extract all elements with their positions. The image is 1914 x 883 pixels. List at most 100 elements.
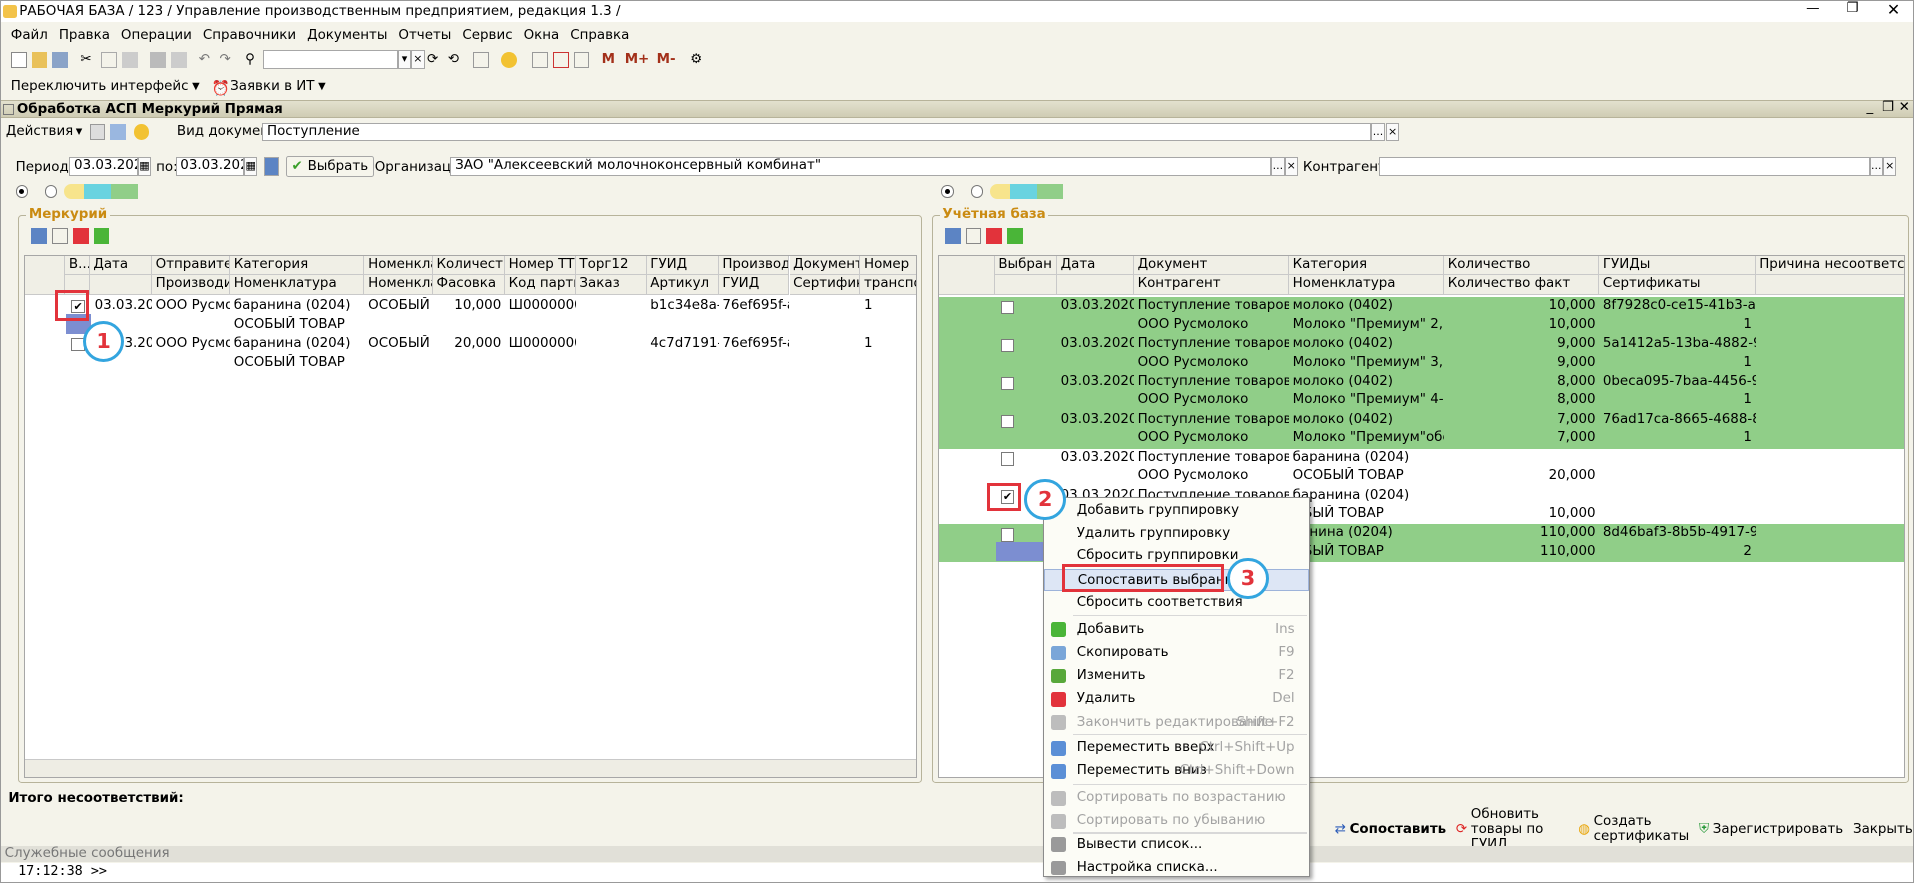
row-select-checkbox[interactable]	[1000, 414, 1015, 428]
preview-icon[interactable]	[170, 51, 187, 68]
save-icon[interactable]	[52, 51, 69, 68]
radio-unmatched[interactable]	[970, 185, 983, 198]
account-header-2[interactable]: Документ	[1133, 255, 1289, 276]
mercury-subheader-3[interactable]: Номенклатура	[230, 275, 365, 295]
period-settings-icon[interactable]	[263, 157, 280, 176]
row-select-checkbox[interactable]	[1000, 452, 1015, 466]
organization-field[interactable]: ЗАО "Алексеевский молочноконсервный комб…	[450, 157, 1272, 176]
context-menu-item-0[interactable]: Добавить группировку	[1044, 500, 1309, 522]
account-subheader-4[interactable]: Количество факт	[1444, 275, 1600, 295]
context-menu-item-9[interactable]: Закончить редактирование Shift+F2	[1044, 712, 1309, 734]
copy-rows-icon[interactable]	[52, 227, 68, 244]
redo-icon[interactable]: ↷	[219, 52, 235, 68]
search-prev-icon[interactable]: ⟲	[448, 52, 464, 68]
account-subheader-3[interactable]: Номенклатура	[1289, 275, 1445, 295]
print-form-icon[interactable]	[89, 123, 106, 140]
account-header-3[interactable]: Категория	[1289, 255, 1445, 276]
menu-3[interactable]: Справочники	[203, 28, 296, 43]
mercury-header-11[interactable]: Номер	[860, 255, 916, 276]
mercury-subheader-7[interactable]: Заказ	[575, 275, 647, 295]
account-subheader-1[interactable]	[1056, 275, 1134, 295]
radio-all[interactable]	[941, 185, 954, 198]
add-green-icon[interactable]	[1007, 227, 1023, 244]
delete-red-icon[interactable]	[72, 227, 89, 244]
radio-green[interactable]	[1036, 184, 1064, 199]
context-menu-item-5[interactable]: Добавить Ins	[1044, 619, 1309, 641]
new-doc-icon[interactable]	[10, 51, 27, 68]
print-icon[interactable]	[149, 51, 166, 68]
horizontal-scrollbar[interactable]	[24, 759, 916, 777]
account-header-4[interactable]: Количество	[1444, 255, 1600, 276]
select-button[interactable]: ✔ Выбрать	[285, 156, 374, 177]
calendar-icon[interactable]: ▦	[244, 157, 258, 176]
copy-icon[interactable]	[101, 51, 117, 68]
minimize-icon[interactable]: —	[1806, 1, 1819, 16]
menu-2[interactable]: Операции	[121, 28, 192, 43]
mercury-subheader-11[interactable]: транспорт	[860, 275, 916, 295]
calendar-icon[interactable]: ▦	[137, 157, 152, 176]
mercury-header-4[interactable]: Номенкла...	[364, 255, 433, 276]
radio-yellow[interactable]	[990, 184, 1010, 199]
search-input[interactable]	[263, 50, 398, 69]
radio-green[interactable]	[110, 184, 138, 199]
doc-type-select-button[interactable]: ...	[1371, 123, 1385, 142]
calendar-icon[interactable]	[552, 51, 569, 68]
memory-mminus-button[interactable]: M-	[657, 52, 676, 67]
mercury-subheader-6[interactable]: Код партии	[504, 275, 576, 295]
mercury-subheader-4[interactable]: Номенкла...	[364, 275, 433, 295]
radio-yellow[interactable]	[64, 184, 84, 199]
memory-mplus-button[interactable]: M+	[625, 52, 650, 67]
switch-interface-button[interactable]: Переключить интерфейс	[11, 79, 189, 94]
account-subheader-0[interactable]	[994, 275, 1057, 295]
mercury-header-6[interactable]: Номер ТТН	[504, 255, 576, 276]
form-close-icon[interactable]: ✕	[1899, 100, 1910, 115]
row-select-checkbox[interactable]	[1000, 376, 1015, 391]
tools-icon[interactable]: ⚙	[690, 52, 706, 68]
menu-8[interactable]: Справка	[570, 28, 629, 43]
copy-rows-icon[interactable]	[965, 227, 982, 244]
doc-type-clear-button[interactable]: ×	[1385, 123, 1400, 142]
mercury-subheader-9[interactable]: ГУИД	[718, 275, 790, 295]
account-subheader-2[interactable]: Контрагент	[1133, 275, 1289, 295]
mercury-header-8[interactable]: ГУИД	[646, 255, 719, 276]
context-menu-item-8[interactable]: Удалить Del	[1044, 688, 1309, 710]
row-select-checkbox[interactable]	[1000, 338, 1015, 353]
context-menu-item-1[interactable]: Удалить группировку	[1044, 523, 1309, 545]
period-from-field[interactable]: 03.03.2020	[69, 157, 138, 176]
mercury-header-7[interactable]: Торг12	[575, 255, 647, 276]
mercury-header-9[interactable]: Производ...	[718, 255, 790, 276]
form-minimize-icon[interactable]: _	[1867, 100, 1874, 115]
mercury-header-10[interactable]: Документ	[789, 255, 861, 276]
menu-6[interactable]: Сервис	[462, 28, 512, 43]
mercury-header-2[interactable]: Отправитель	[151, 255, 231, 276]
context-menu-item-13[interactable]: Сортировать по убыванию	[1044, 810, 1309, 832]
search-next-icon[interactable]: ⟳	[427, 52, 443, 68]
period-to-field[interactable]: 03.03.2020	[175, 157, 245, 176]
account-subheader-6[interactable]	[1755, 275, 1904, 295]
windows-icon[interactable]	[473, 51, 490, 68]
context-menu-item-10[interactable]: Переместить вверх Ctrl+Shift+Up	[1044, 737, 1309, 759]
context-menu-item-15[interactable]: Настройка списка...	[1044, 857, 1309, 879]
open-folder-icon[interactable]	[31, 51, 48, 68]
account-header-6[interactable]: Причина несоответствия	[1755, 255, 1904, 276]
context-menu-item-4[interactable]: Сбросить соответствия	[1044, 592, 1309, 614]
mercury-header-1[interactable]: Дата	[89, 255, 152, 276]
mercury-header-0[interactable]: В...	[65, 255, 90, 276]
menu-1[interactable]: Правка	[59, 28, 110, 43]
organization-clear-button[interactable]: ×	[1284, 157, 1298, 176]
counterparty-field[interactable]	[1378, 157, 1870, 176]
refresh-icon[interactable]	[31, 227, 48, 244]
context-menu-item-12[interactable]: Сортировать по возрастанию	[1044, 787, 1309, 809]
restore-icon[interactable]: ❐	[1847, 1, 1859, 16]
menu-4[interactable]: Документы	[307, 28, 387, 43]
update-by-guid-button[interactable]: Обновить товары по ГУИД	[1471, 807, 1569, 852]
context-menu-item-11[interactable]: Переместить вниз Ctrl+Shift+Down	[1044, 760, 1309, 782]
search-dropdown-button[interactable]: ▾	[397, 50, 412, 69]
menu-5[interactable]: Отчеты	[398, 28, 451, 43]
account-header-5[interactable]: ГУИДы	[1599, 255, 1756, 276]
clipboard-icon[interactable]	[573, 51, 590, 68]
match-button[interactable]: Сопоставить	[1350, 822, 1447, 837]
context-menu-item-6[interactable]: Скопировать F9	[1044, 642, 1309, 664]
search-clear-button[interactable]: ×	[411, 50, 425, 69]
create-certificates-button[interactable]: Создать сертификаты	[1594, 814, 1690, 844]
